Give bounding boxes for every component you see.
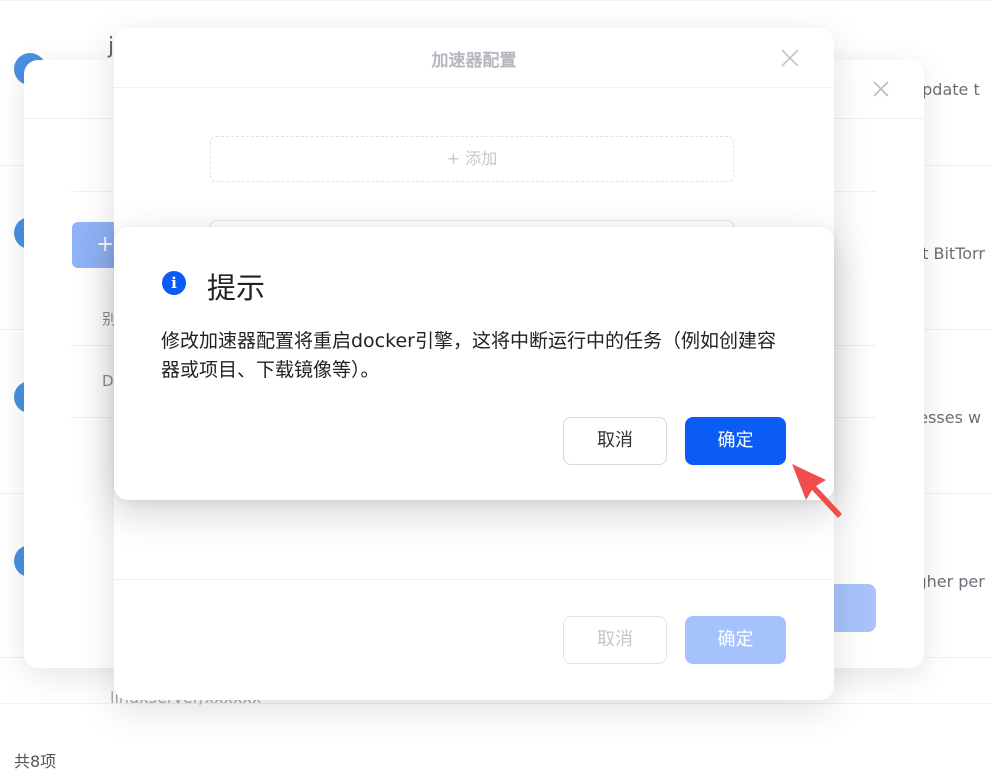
cancel-button[interactable]: 取消 [563,616,667,664]
dialog-title: 提示 [207,271,266,305]
confirm-dialog: i 提示 修改加速器配置将重启docker引擎，这将中断运行中的任务（例如创建容… [114,227,834,500]
add-mirror-button[interactable]: + 添加 [210,136,734,182]
close-icon[interactable] [872,80,890,98]
close-icon[interactable] [780,48,800,68]
divider [0,0,992,1]
cancel-button[interactable]: 取消 [563,417,667,465]
divider [114,87,834,88]
info-icon: i [162,271,186,295]
total-count: 共8项 [14,752,57,771]
dialog-message: 修改加速器配置将重启docker引擎，这将中断运行中的任务（例如创建容器或项目、… [161,330,776,381]
dialog-title: 加速器配置 [431,51,517,71]
annotation-arrow-icon [792,464,842,518]
confirm-button[interactable]: 确定 [685,417,786,465]
divider [114,579,834,580]
confirm-button[interactable]: 确定 [685,616,786,664]
row-name: D [102,372,114,390]
